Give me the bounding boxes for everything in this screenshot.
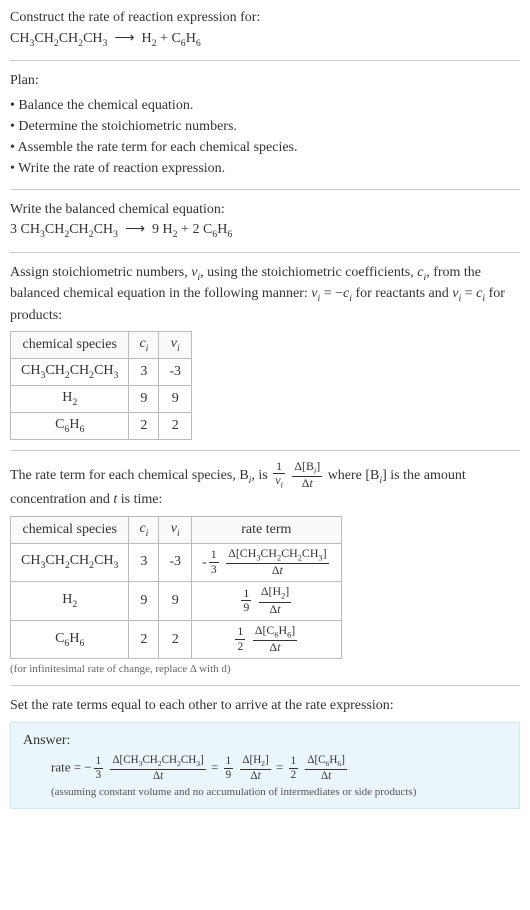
cell-c: 2 [129, 412, 159, 439]
cell-v: 2 [159, 620, 192, 659]
prompt-title: Construct the rate of reaction expressio… [10, 8, 520, 28]
table-header-row: chemical species ci νi rate term [11, 516, 342, 543]
frac-1-over-nui: 1νi [273, 461, 285, 491]
table-row: C6H6 2 2 [11, 412, 192, 439]
unbalanced-equation: CH3CH2CH2CH3 ⟶ H2 + C6H6 [10, 28, 520, 51]
rt-mid1: , is [251, 468, 271, 483]
cell-species: H2 [11, 582, 129, 621]
assign-text: Assign stoichiometric numbers, νi, using… [10, 263, 520, 326]
rt-prefix: The rate term for each chemical species,… [10, 468, 249, 483]
assign-mid3: for reactants and [352, 286, 452, 301]
table-row: H2 9 9 [11, 385, 192, 412]
plan-item: • Assemble the rate term for each chemic… [10, 137, 520, 158]
cell-rate: 12 Δ[C6H6]Δt [192, 620, 342, 659]
plan-item: • Determine the stoichiometric numbers. [10, 116, 520, 137]
divider [10, 60, 520, 61]
plan-list: • Balance the chemical equation. • Deter… [10, 95, 520, 179]
cell-c: 3 [129, 359, 159, 386]
col-nui: νi [159, 516, 192, 543]
col-ci: ci [129, 332, 159, 359]
divider [10, 450, 520, 451]
cell-c: 9 [129, 385, 159, 412]
table-row: C6H6 2 2 12 Δ[C6H6]Δt [11, 620, 342, 659]
rate-term-section: The rate term for each chemical species,… [10, 461, 520, 676]
cell-c: 9 [129, 582, 159, 621]
stoich-table-1: chemical species ci νi CH3CH2CH2CH3 3 -3… [10, 331, 192, 439]
assign-prefix: Assign stoichiometric numbers, [10, 265, 191, 280]
rt-mid4: is time: [117, 492, 162, 507]
stoich-table-2: chemical species ci νi rate term CH3CH2C… [10, 516, 342, 660]
final-title: Set the rate terms equal to each other t… [10, 696, 520, 716]
col-species: chemical species [11, 332, 129, 359]
neg-sign: - [202, 555, 207, 570]
answer-expression: rate = −13 Δ[CH3CH2CH2CH3]Δt = 19 Δ[H2]Δ… [51, 755, 507, 782]
balanced-title: Write the balanced chemical equation: [10, 200, 520, 220]
cell-v: -3 [159, 359, 192, 386]
cell-v: 2 [159, 412, 192, 439]
cell-v: 9 [159, 582, 192, 621]
cell-species: C6H6 [11, 620, 129, 659]
balanced-section: Write the balanced chemical equation: 3 … [10, 200, 520, 242]
answer-label: Answer: [23, 733, 507, 749]
cell-c: 2 [129, 620, 159, 659]
cell-v: -3 [159, 543, 192, 582]
divider [10, 252, 520, 253]
frac-dBi-dt: Δ[Bi]Δt [292, 461, 322, 491]
assign-section: Assign stoichiometric numbers, νi , using… [10, 263, 520, 440]
table-row: CH3CH2CH2CH3 3 -3 -13 Δ[CH3CH2CH2CH3]Δt [11, 543, 342, 582]
answer-box: Answer: rate = −13 Δ[CH3CH2CH2CH3]Δt = 1… [10, 722, 520, 809]
cell-species: CH3CH2CH2CH3 [11, 543, 129, 582]
table2-note: (for infinitesimal rate of change, repla… [10, 663, 520, 675]
cell-c: 3 [129, 543, 159, 582]
table-row: H2 9 9 19 Δ[H2]Δt [11, 582, 342, 621]
assign-mid1: , using the stoichiometric coefficients, [200, 265, 417, 280]
col-nui: νi [159, 332, 192, 359]
rt-mid2: where [B [328, 468, 380, 483]
plan-section: Plan: • Balance the chemical equation. •… [10, 71, 520, 179]
plan-item: • Write the rate of reaction expression. [10, 158, 520, 179]
col-ci: ci [129, 516, 159, 543]
balanced-equation: 3 CH3CH2CH2CH3 ⟶ 9 H2 + 2 C6H6 [10, 219, 520, 242]
cell-species: H2 [11, 385, 129, 412]
cell-species: CH3CH2CH2CH3 [11, 359, 129, 386]
plan-item: • Balance the chemical equation. [10, 95, 520, 116]
col-species: chemical species [11, 516, 129, 543]
cell-species: C6H6 [11, 412, 129, 439]
answer-note: (assuming constant volume and no accumul… [51, 786, 507, 798]
rate-term-text: The rate term for each chemical species,… [10, 461, 520, 510]
prompt-section: Construct the rate of reaction expressio… [10, 8, 520, 50]
divider [10, 189, 520, 190]
col-rate-term: rate term [192, 516, 342, 543]
plan-title: Plan: [10, 71, 520, 91]
rate-prefix: rate = [51, 759, 84, 774]
cell-v: 9 [159, 385, 192, 412]
cell-rate: 19 Δ[H2]Δt [192, 582, 342, 621]
divider [10, 685, 520, 686]
final-section: Set the rate terms equal to each other t… [10, 696, 520, 809]
table-header-row: chemical species ci νi [11, 332, 192, 359]
cell-rate: -13 Δ[CH3CH2CH2CH3]Δt [192, 543, 342, 582]
table-row: CH3CH2CH2CH3 3 -3 [11, 359, 192, 386]
